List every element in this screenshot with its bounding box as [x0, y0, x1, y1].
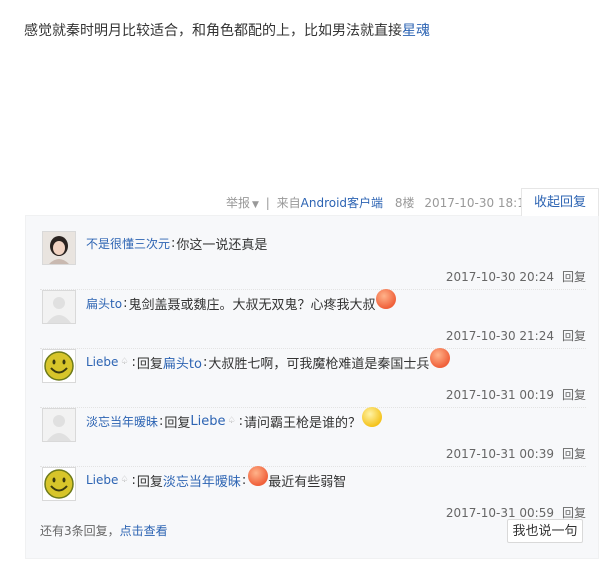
- reply-row: Liebe ♤ : 回复 扁头to : 大叔胜七啊，可我魔枪难道是秦国士兵 20…: [40, 348, 586, 408]
- reply-username[interactable]: 不是很懂三次元: [86, 235, 170, 252]
- reply-username[interactable]: Liebe: [86, 355, 118, 369]
- reply-username[interactable]: 扁头to: [86, 295, 122, 312]
- reply-meta: 2017-10-30 21:24 回复: [446, 327, 586, 344]
- reply-prefix: 回复: [164, 415, 191, 431]
- post-text: 感觉就秦时明月比较适合，和角色都配的上，比如男法就直接: [24, 23, 402, 39]
- reply-to-username[interactable]: Liebe: [190, 414, 225, 429]
- tail-separator: |: [265, 196, 270, 210]
- reply-line: Liebe ♤ : 回复 扁头to : 大叔胜七啊，可我魔枪难道是秦国士兵: [86, 348, 451, 372]
- reply-button[interactable]: 回复: [562, 506, 586, 520]
- reply-text: 最近有些弱智: [268, 474, 347, 490]
- post-content: 感觉就秦时明月比较适合，和角色都配的上，比如男法就直接星魂: [24, 20, 430, 40]
- colon: :: [241, 472, 247, 488]
- reply-time: 2017-10-30 21:24: [445, 329, 554, 343]
- colon: :: [202, 354, 208, 370]
- user-badge-icon: ♤: [227, 416, 236, 426]
- reply-line: 扁头to : 鬼剑盖聂或魏庄。大叔无双鬼？心疼我大叔: [86, 289, 397, 313]
- colon: :: [238, 413, 243, 429]
- reply-button[interactable]: 回复: [562, 388, 586, 402]
- report-link[interactable]: 举报 ▼: [226, 196, 259, 210]
- reply-time: 2017-10-31 00:59: [445, 506, 554, 520]
- view-more-link[interactable]: 点击查看: [120, 524, 168, 538]
- angry-face-icon: [376, 289, 397, 309]
- reply-time: 2017-10-31 00:39: [445, 447, 554, 461]
- colon: :: [123, 295, 128, 311]
- more-replies-text: 还有3条回复，: [40, 524, 120, 538]
- reply-meta: 2017-10-31 00:19 回复: [446, 386, 586, 403]
- reply-row: Liebe ♤ : 回复 淡忘当年暧昧 : 最近有些弱智 2017-10-31 …: [40, 466, 586, 525]
- photo-avatar[interactable]: [42, 231, 76, 265]
- reply-username[interactable]: Liebe: [86, 473, 118, 487]
- reply-text: 请问霸王枪是谁的？: [244, 415, 362, 431]
- reply-line: Liebe ♤ : 回复 淡忘当年暧昧 : 最近有些弱智: [86, 466, 347, 490]
- colon: :: [131, 354, 136, 370]
- reply-button[interactable]: 回复: [562, 329, 586, 343]
- reply-time: 2017-10-31 00:19: [445, 388, 554, 402]
- reply-prefix: 回复: [136, 356, 163, 372]
- default-avatar[interactable]: [42, 290, 76, 324]
- post-link[interactable]: 星魂: [402, 23, 430, 39]
- reply-prefix: 回复: [136, 474, 163, 490]
- colon: :: [171, 236, 176, 251]
- angry-face-icon: [248, 466, 269, 486]
- add-reply-button[interactable]: 我也说一句: [507, 519, 583, 543]
- reply-button[interactable]: 回复: [562, 447, 586, 461]
- reply-line: 不是很懂三次元 : 你这一说还真是: [86, 234, 267, 253]
- reply-text: 大叔胜七啊，可我魔枪难道是秦国士兵: [208, 356, 430, 372]
- collapse-replies-button[interactable]: 收起回复: [521, 188, 599, 216]
- reply-panel: 不是很懂三次元 : 你这一说还真是 2017-10-30 20:24 回复 扁头t…: [25, 215, 599, 559]
- reply-meta: 2017-10-31 00:39 回复: [446, 445, 586, 462]
- smiley-avatar[interactable]: [42, 349, 76, 383]
- user-badge-icon: ♤: [120, 475, 129, 485]
- default-avatar[interactable]: [42, 408, 76, 442]
- reply-button[interactable]: 回复: [562, 270, 586, 284]
- post-time: 2017-10-30 18:16: [424, 196, 533, 210]
- reply-to-username[interactable]: 淡忘当年暧昧: [163, 471, 241, 490]
- reply-username[interactable]: 淡忘当年暧昧: [86, 413, 158, 430]
- post-tail: 举报 ▼ | 来自Android客户端 8楼 2017-10-30 18:16: [226, 194, 533, 211]
- angry-face-icon: [430, 348, 451, 368]
- floor-number: 8楼: [394, 196, 415, 210]
- smiley-avatar[interactable]: [42, 467, 76, 501]
- user-badge-icon: ♤: [120, 357, 129, 367]
- colon: :: [131, 472, 136, 488]
- reply-row: 不是很懂三次元 : 你这一说还真是 2017-10-30 20:24 回复: [40, 231, 586, 290]
- more-replies: 还有3条回复，点击查看: [40, 522, 168, 539]
- colon: :: [159, 413, 164, 429]
- reply-row: 扁头to : 鬼剑盖聂或魏庄。大叔无双鬼？心疼我大叔 2017-10-30 21…: [40, 289, 586, 349]
- smile-face-icon: [362, 407, 383, 427]
- reply-meta: 2017-10-30 20:24 回复: [446, 268, 586, 285]
- reply-text: 鬼剑盖聂或魏庄。大叔无双鬼？心疼我大叔: [128, 297, 376, 313]
- reply-row: 淡忘当年暧昧 : 回复 Liebe ♤ : 请问霸王枪是谁的？ 2017-10-…: [40, 407, 586, 467]
- from-prefix: 来自: [276, 196, 301, 210]
- reply-line: 淡忘当年暧昧 : 回复 Liebe ♤ : 请问霸王枪是谁的？: [86, 407, 383, 431]
- reply-text: 你这一说还真是: [176, 238, 268, 253]
- client-link[interactable]: Android客户端: [301, 196, 383, 210]
- chevron-down-icon: ▼: [252, 200, 259, 210]
- reply-to-username[interactable]: 扁头to: [163, 353, 202, 372]
- reply-time: 2017-10-30 20:24: [445, 270, 554, 284]
